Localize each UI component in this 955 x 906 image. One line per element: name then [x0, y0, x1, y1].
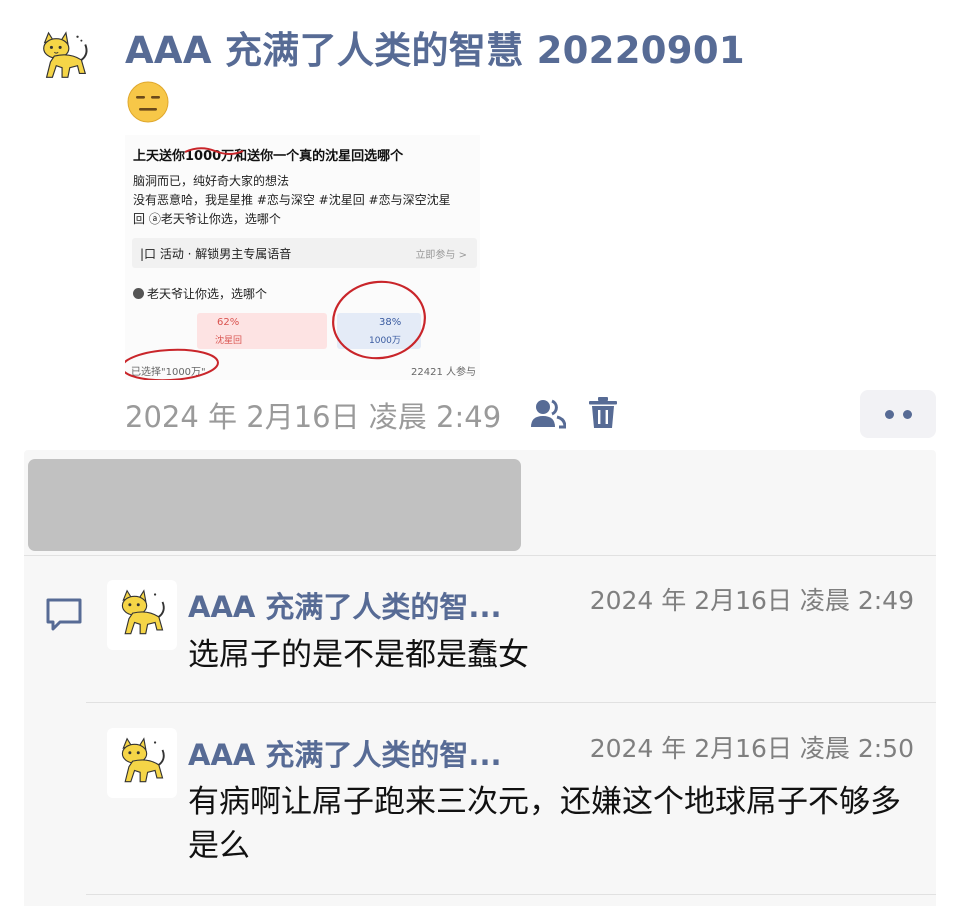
more-dots-icon	[902, 409, 912, 419]
more-dots-icon	[884, 409, 894, 419]
comment-divider	[86, 894, 936, 895]
comment-text[interactable]: 有病啊让屌子跑来三次元，还嫌这个地球屌子不够多是么	[188, 780, 908, 868]
cat-icon	[121, 589, 165, 635]
friends-icon[interactable]	[530, 397, 566, 429]
post-author-avatar[interactable]	[30, 24, 98, 92]
comment-area: AAA 充满了人类的智... 2024 年 2月16日 凌晨 2:49 选屌子的…	[24, 450, 936, 906]
comment-avatar[interactable]	[107, 580, 177, 650]
expressionless-emoji-icon	[127, 81, 169, 123]
trash-icon[interactable]	[588, 397, 618, 429]
comment-avatar[interactable]	[107, 728, 177, 798]
image-red-annotations	[125, 147, 426, 380]
comment-icon	[46, 598, 82, 631]
post-timestamp: 2024 年 2月16日 凌晨 2:49	[125, 400, 502, 434]
more-button[interactable]	[860, 390, 936, 438]
comment-divider	[86, 702, 936, 703]
cat-icon	[121, 737, 165, 783]
comment-text[interactable]: 选屌子的是不是都是蠢女	[188, 633, 908, 677]
post-image[interactable]: 上天送你1000万和送你一个真的沈星回选哪个 脑洞而已，纯好奇大家的想法 没有恶…	[125, 135, 480, 380]
post-author-name[interactable]: AAA 充满了人类的智慧 20220901	[125, 20, 745, 74]
likes-redacted-block	[28, 459, 521, 551]
comment-time: 2024 年 2月16日 凌晨 2:50	[589, 734, 914, 763]
comment-author[interactable]: AAA 充满了人类的智...	[188, 732, 501, 774]
cat-icon	[43, 31, 88, 78]
comment-time: 2024 年 2月16日 凌晨 2:49	[589, 586, 914, 615]
comment-author[interactable]: AAA 充满了人类的智...	[188, 584, 501, 626]
likes-divider	[24, 555, 936, 556]
